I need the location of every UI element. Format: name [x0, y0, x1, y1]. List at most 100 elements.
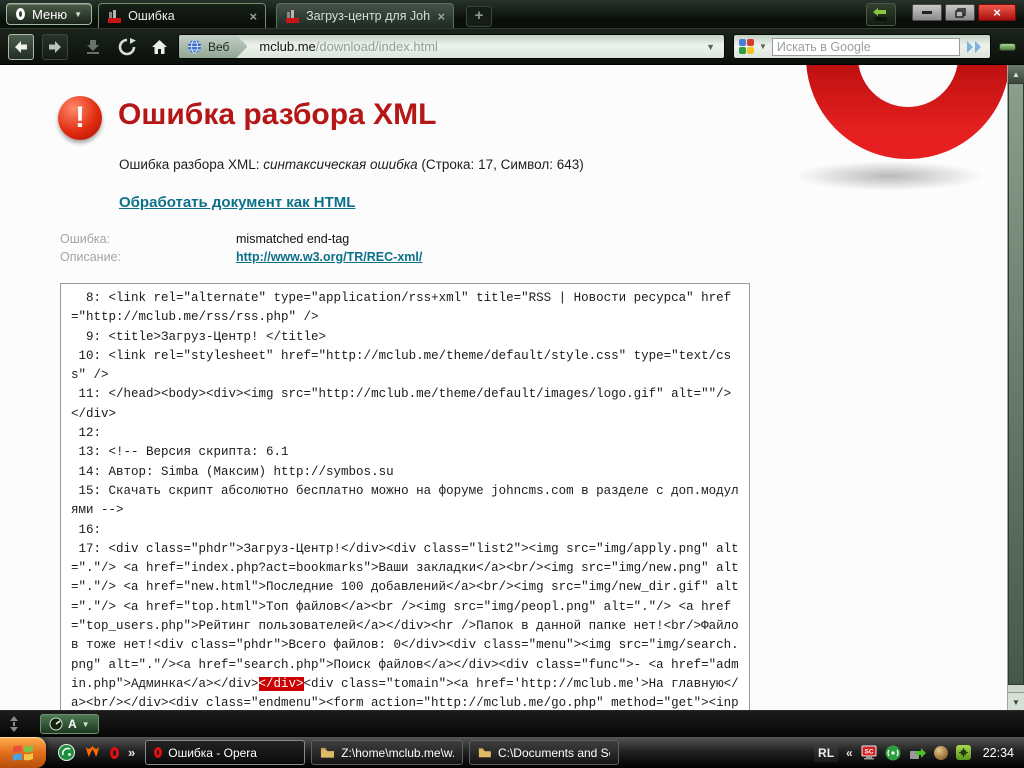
- flame-app-icon[interactable]: [84, 745, 101, 760]
- error-value: mismatched end-tag: [236, 232, 350, 246]
- url-text: mclub.me/download/index.html: [259, 39, 438, 54]
- window-controls: ×: [912, 4, 1016, 21]
- save-button[interactable]: [82, 36, 104, 58]
- browser-status-bar: A ▼: [0, 710, 1024, 737]
- scrollbar-up-button[interactable]: ▲: [1008, 65, 1024, 83]
- address-bar[interactable]: Веб mclub.me/download/index.html ▼: [178, 34, 725, 59]
- opera-watermark-logo: [801, 65, 1016, 177]
- forward-button[interactable]: [42, 33, 68, 60]
- restore-button[interactable]: [945, 4, 975, 21]
- search-engine-dropdown-icon[interactable]: ▼: [759, 42, 767, 51]
- page-title: Ошибка разбора XML: [118, 98, 437, 131]
- error-row: Ошибка: mismatched end-tag: [60, 231, 422, 249]
- audio-tray-icon[interactable]: [933, 745, 948, 760]
- search-go-icon[interactable]: [965, 40, 985, 54]
- new-tab-button[interactable]: +: [466, 6, 493, 27]
- cms-favicon-icon: [286, 9, 300, 23]
- url-host: mclub.me: [259, 39, 316, 54]
- taskbar-item-explorer-c[interactable]: C:\Documents and Set...: [469, 740, 620, 765]
- system-tray: RL « SC 22:34: [814, 743, 1024, 762]
- close-icon: ×: [993, 5, 1001, 20]
- tab-label: Загруз-центр для John...: [306, 9, 431, 23]
- tab-close-icon[interactable]: ×: [437, 9, 445, 24]
- taskbar-item-explorer-z[interactable]: Z:\home\mclub.me\w...: [311, 740, 464, 765]
- search-bar[interactable]: ▼: [733, 34, 991, 59]
- tray-collapse-icon[interactable]: «: [846, 746, 853, 760]
- error-label: Ошибка:: [60, 232, 111, 246]
- minimize-button[interactable]: [912, 4, 942, 21]
- safely-remove-tray-icon[interactable]: [909, 746, 926, 760]
- error-details: Ошибка: mismatched end-tag Описание: htt…: [60, 231, 422, 266]
- windows-logo-icon: [13, 744, 33, 761]
- forward-arrow-icon: [49, 40, 61, 53]
- taskbar: » Ошибка - Opera Z:\home\mclub.me\w... C…: [0, 737, 1024, 768]
- error-highlight: </div>: [258, 676, 304, 691]
- antivirus-tray-icon[interactable]: [955, 745, 971, 760]
- reload-button[interactable]: [116, 36, 138, 58]
- w3c-spec-link[interactable]: http://www.w3.org/TR/REC-xml/: [236, 249, 422, 267]
- opera-menu-button[interactable]: Меню ▼: [6, 3, 93, 25]
- navigation-bar: Веб mclub.me/download/index.html ▼ ▼: [0, 28, 1024, 64]
- browser-viewport: ! Ошибка разбора XML Ошибка разбора XML:…: [0, 64, 1024, 710]
- taskbar-item-opera[interactable]: Ошибка - Opera: [145, 740, 306, 765]
- address-security-badge[interactable]: Веб: [179, 35, 247, 58]
- home-button[interactable]: [148, 36, 170, 58]
- start-button[interactable]: [0, 737, 46, 768]
- home-icon: [151, 39, 167, 54]
- opera-logo-icon: [16, 8, 25, 20]
- opera-app-icon[interactable]: [110, 746, 119, 759]
- cms-favicon-icon: [108, 9, 122, 23]
- scrollbar-thumb[interactable]: [1008, 83, 1024, 685]
- search-input[interactable]: [771, 37, 960, 56]
- quick-launch-bar: »: [46, 744, 145, 761]
- description-label: Описание:: [60, 249, 121, 264]
- tab-error-page[interactable]: Ошибка ×: [98, 3, 267, 28]
- xml-source-view: 8: <link rel="alternate" type="applicati…: [60, 283, 750, 710]
- back-button[interactable]: [8, 33, 34, 60]
- undo-arrow-icon: [873, 7, 887, 21]
- tab-label: Ошибка: [128, 9, 175, 23]
- language-indicator[interactable]: RL: [814, 743, 839, 762]
- folder-icon: [321, 747, 335, 758]
- task-label: Ошибка - Opera: [168, 745, 257, 760]
- globe-icon: [187, 39, 202, 54]
- chevron-down-icon: ▼: [81, 719, 90, 729]
- treat-as-html-link[interactable]: Обработать документ как HTML: [119, 194, 355, 211]
- chevron-down-icon: ▼: [74, 9, 83, 19]
- task-label: C:\Documents and Set...: [497, 745, 610, 760]
- xml-source-text: 8: <link rel="alternate" type="applicati…: [71, 291, 739, 710]
- vertical-scrollbar[interactable]: ▲ ▼: [1007, 65, 1024, 710]
- tab-download-center[interactable]: Загруз-центр для John... ×: [276, 3, 455, 28]
- panel-toggle-button[interactable]: [999, 42, 1016, 51]
- clock[interactable]: 22:34: [983, 746, 1014, 760]
- task-label: Z:\home\mclub.me\w...: [341, 745, 455, 760]
- error-alert-icon: !: [58, 96, 102, 140]
- opera-turbo-button[interactable]: A ▼: [40, 714, 99, 734]
- svg-text:SC: SC: [864, 749, 873, 756]
- address-dropdown-icon[interactable]: ▼: [706, 42, 715, 52]
- description-row: Описание: http://www.w3.org/TR/REC-xml/: [60, 249, 422, 267]
- gauge-icon: [49, 717, 63, 731]
- quick-launch-overflow-icon[interactable]: »: [128, 745, 135, 760]
- dialer-app-icon[interactable]: [58, 744, 75, 761]
- google-logo-icon: [739, 39, 754, 54]
- reload-icon: [118, 37, 136, 55]
- download-icon: [87, 40, 99, 54]
- error-summary: Ошибка разбора XML: синтаксическая ошибк…: [119, 157, 584, 172]
- zoom-label: A: [68, 717, 77, 731]
- panels-toggle-icon[interactable]: [8, 716, 20, 732]
- opera-icon: [154, 747, 163, 758]
- restore-icon: [954, 7, 966, 18]
- tab-close-icon[interactable]: ×: [249, 9, 257, 24]
- badge-label: Веб: [208, 39, 230, 54]
- scrollbar-down-button[interactable]: ▼: [1008, 692, 1024, 710]
- back-arrow-icon: [15, 40, 27, 53]
- close-button[interactable]: ×: [978, 4, 1016, 21]
- url-path: /download/index.html: [315, 39, 438, 54]
- folder-icon: [479, 748, 492, 758]
- titlebar: Меню ▼ Ошибка × Загруз-центр для John...…: [0, 0, 1024, 28]
- wireless-tray-icon[interactable]: [885, 745, 901, 761]
- menu-button-label: Меню: [32, 6, 68, 22]
- sc-monitor-tray-icon[interactable]: SC: [861, 745, 877, 760]
- closed-tabs-button[interactable]: [866, 3, 896, 26]
